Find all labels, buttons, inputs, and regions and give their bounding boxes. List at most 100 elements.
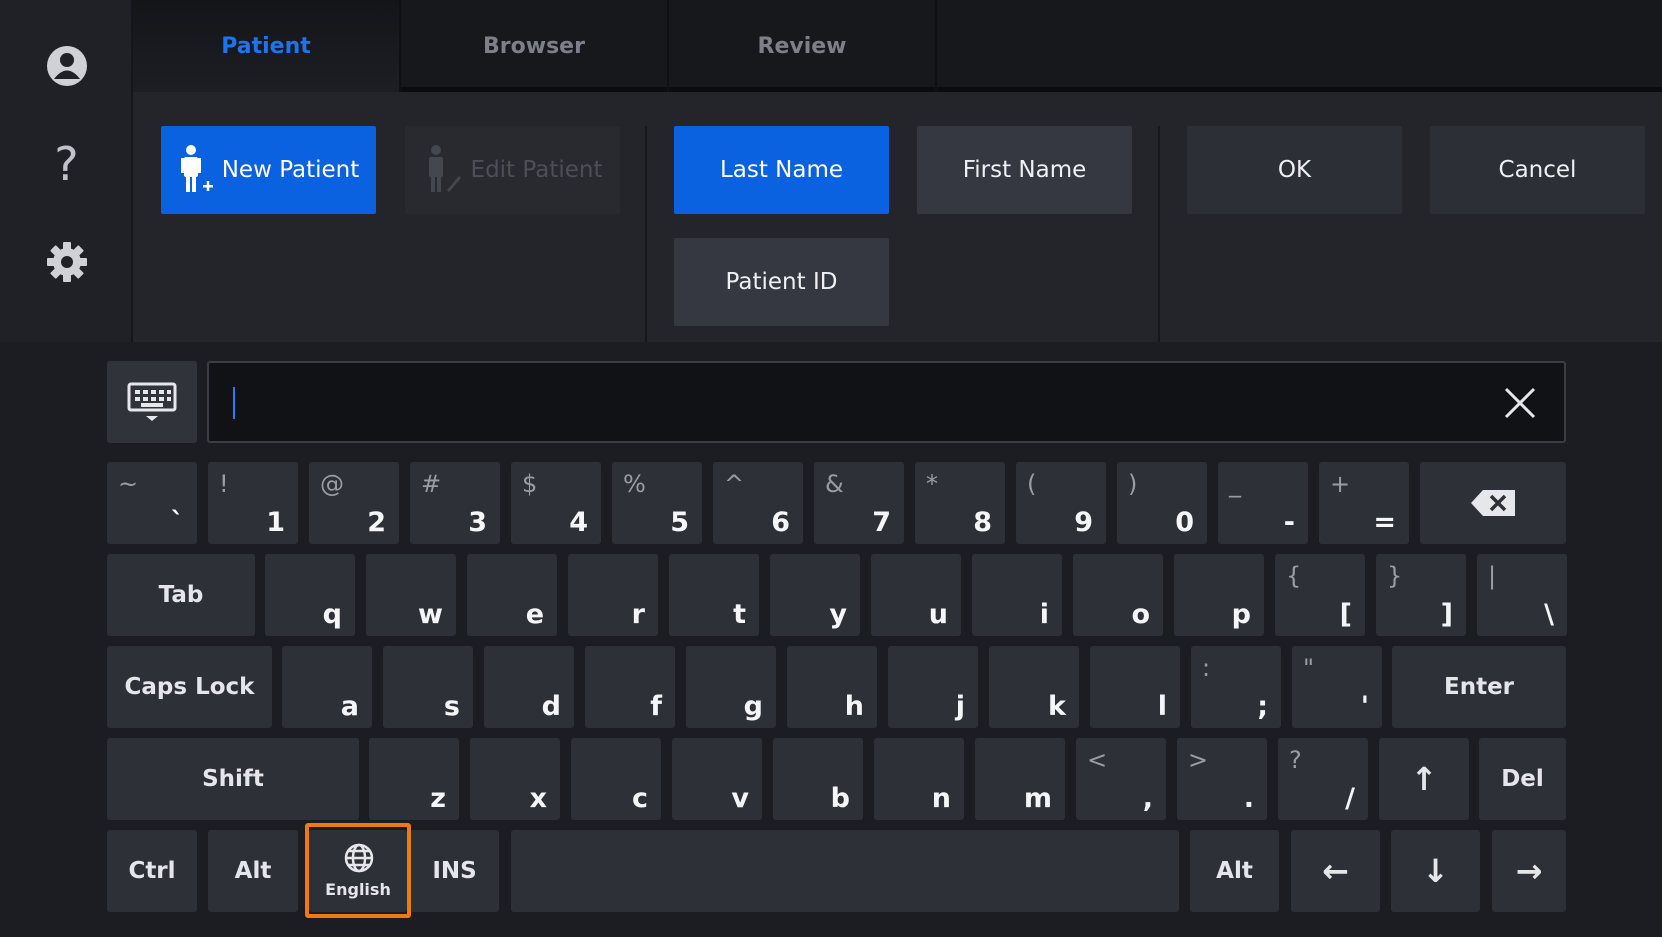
key-row4-3[interactable]: v: [672, 738, 762, 820]
key-row2-8[interactable]: o: [1073, 554, 1163, 636]
key-row3-10[interactable]: " ': [1292, 646, 1382, 728]
tab-review[interactable]: Review: [669, 0, 937, 92]
arrow-up-key[interactable]: ↑: [1379, 738, 1469, 820]
user-icon[interactable]: [0, 38, 133, 94]
sidebar: ?: [0, 0, 133, 342]
insert-key[interactable]: INS: [410, 830, 499, 912]
person-add-icon: [180, 145, 213, 192]
key-row1-4[interactable]: $4: [511, 462, 601, 544]
key-shift-label: {: [1286, 562, 1302, 590]
key-row2-7[interactable]: i: [972, 554, 1062, 636]
backspace-key[interactable]: [1420, 462, 1566, 544]
key-row1-9[interactable]: (9: [1016, 462, 1106, 544]
ctrl-key[interactable]: Ctrl: [107, 830, 197, 912]
key-label: Shift: [202, 766, 264, 792]
key-row1-8[interactable]: * 8: [915, 462, 1005, 544]
arrow-left-key[interactable]: ←: [1291, 830, 1380, 912]
tab-key[interactable]: Tab: [107, 554, 255, 636]
key-label: y: [829, 599, 847, 630]
alt-right-key[interactable]: Alt: [1190, 830, 1279, 912]
new-patient-button[interactable]: New Patient: [161, 126, 376, 214]
key-row3-2[interactable]: d: [484, 646, 574, 728]
key-row2-5[interactable]: y: [770, 554, 860, 636]
key-row3-0[interactable]: a: [282, 646, 372, 728]
key-row2-0[interactable]: q: [265, 554, 355, 636]
key-row1-3[interactable]: #3: [410, 462, 500, 544]
caps-lock-key[interactable]: Caps Lock: [107, 646, 272, 728]
tab-browser[interactable]: Browser: [401, 0, 669, 92]
last-name-button[interactable]: Last Name: [674, 126, 889, 214]
key-row4-4[interactable]: b: [773, 738, 863, 820]
key-row3-6[interactable]: j: [888, 646, 978, 728]
key-label: n: [931, 783, 951, 814]
key-row2-2[interactable]: e: [467, 554, 557, 636]
key-label: 9: [1074, 507, 1093, 538]
patient-id-button[interactable]: Patient ID: [674, 238, 889, 326]
space-key[interactable]: [511, 830, 1179, 912]
arrow-down-key[interactable]: ↓: [1391, 830, 1480, 912]
key-row1-11[interactable]: _ -: [1218, 462, 1308, 544]
key-row1-0[interactable]: ~ `: [107, 462, 197, 544]
key-label: b: [830, 783, 850, 814]
key-shift-label: *: [926, 470, 938, 498]
key-label: Enter: [1443, 674, 1515, 700]
ok-button[interactable]: OK: [1187, 126, 1402, 214]
key-label: ,: [1142, 783, 1153, 814]
key-row4-6[interactable]: m: [975, 738, 1065, 820]
delete-key[interactable]: Del: [1479, 738, 1566, 820]
key-row4-9[interactable]: ? /: [1278, 738, 1368, 820]
key-row1-12[interactable]: + =: [1319, 462, 1409, 544]
key-row4-8[interactable]: >.: [1177, 738, 1267, 820]
key-row4-1[interactable]: x: [470, 738, 560, 820]
key-row2-10[interactable]: {[: [1275, 554, 1365, 636]
key-row4-5[interactable]: n: [874, 738, 964, 820]
text-input[interactable]: [207, 361, 1566, 443]
key-label: u: [928, 599, 948, 630]
key-shift-label: #: [421, 470, 442, 498]
key-row3-9[interactable]: :;: [1191, 646, 1281, 728]
key-label: z: [430, 783, 446, 814]
enter-key[interactable]: Enter: [1392, 646, 1566, 728]
keyboard-toggle-button[interactable]: [107, 361, 197, 443]
edit-patient-button[interactable]: Edit Patient: [405, 126, 620, 214]
key-row1-10[interactable]: ) 0: [1117, 462, 1207, 544]
key-row2-12[interactable]: | \: [1477, 554, 1567, 636]
key-row1-5[interactable]: % 5: [612, 462, 702, 544]
key-row1-1[interactable]: ! 1: [208, 462, 298, 544]
key-row2-1[interactable]: w: [366, 554, 456, 636]
key-label: `: [170, 507, 185, 538]
key-row2-6[interactable]: u: [871, 554, 961, 636]
tab-patient[interactable]: Patient: [133, 0, 401, 92]
key-row3-4[interactable]: g: [686, 646, 776, 728]
key-row1-7[interactable]: & 7: [814, 462, 904, 544]
key-row3-3[interactable]: f: [585, 646, 675, 728]
cancel-button[interactable]: Cancel: [1430, 126, 1645, 214]
key-row3-5[interactable]: h: [787, 646, 877, 728]
key-label: g: [743, 691, 763, 722]
key-label: m: [1023, 783, 1052, 814]
key-row3-7[interactable]: k: [989, 646, 1079, 728]
help-icon[interactable]: ?: [0, 136, 133, 192]
arrow-right-key[interactable]: →: [1492, 830, 1566, 912]
key-row2-4[interactable]: t: [669, 554, 759, 636]
key-row4-2[interactable]: c: [571, 738, 661, 820]
key-row2-9[interactable]: p: [1174, 554, 1264, 636]
key-row2-3[interactable]: r: [568, 554, 658, 636]
key-row1-6[interactable]: ^ 6: [713, 462, 803, 544]
key-shift-label: >: [1188, 746, 1209, 774]
key-row3-8[interactable]: l: [1090, 646, 1180, 728]
key-row3-1[interactable]: s: [383, 646, 473, 728]
first-name-button[interactable]: First Name: [917, 126, 1132, 214]
alt-key[interactable]: Alt: [208, 830, 298, 912]
key-label: ↓: [1422, 852, 1449, 890]
key-row2-11[interactable]: }]: [1376, 554, 1466, 636]
key-row1-2[interactable]: @2: [309, 462, 399, 544]
settings-icon[interactable]: [0, 234, 133, 290]
shift-key[interactable]: Shift: [107, 738, 359, 820]
key-label: 8: [973, 507, 992, 538]
clear-input-button[interactable]: [1498, 381, 1542, 425]
key-label: w: [418, 599, 443, 630]
key-shift-label: %: [623, 470, 646, 498]
key-row4-7[interactable]: <,: [1076, 738, 1166, 820]
key-row4-0[interactable]: z: [369, 738, 459, 820]
